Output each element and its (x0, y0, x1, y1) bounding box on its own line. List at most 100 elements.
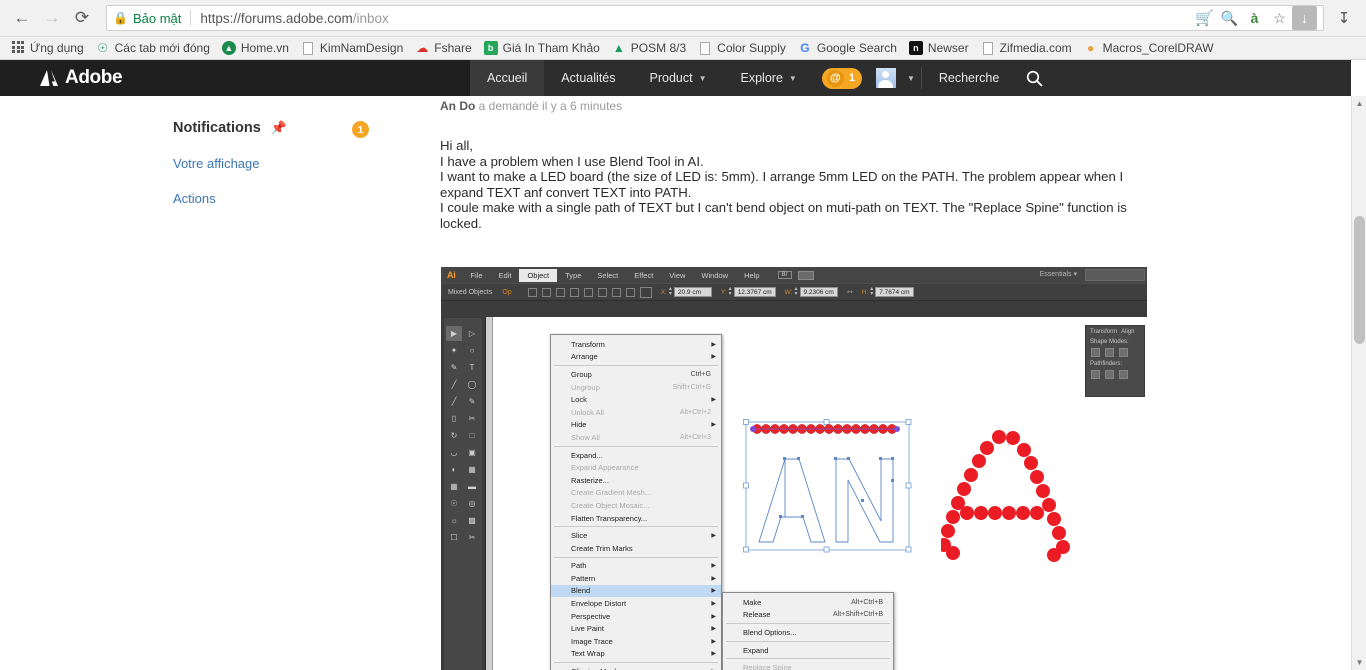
distribute-spacing-icon[interactable] (625, 287, 635, 297)
bookmark-google-search[interactable]: G Google Search (793, 39, 904, 57)
download-extension-icon[interactable]: ↧ (1330, 4, 1358, 32)
ai-menu-help[interactable]: Help (736, 269, 767, 282)
menu-item-transform[interactable]: Transform ▶ (551, 338, 721, 351)
a-accent-icon[interactable]: à (1242, 6, 1267, 30)
opacity-label[interactable]: Op (499, 289, 514, 296)
submenu-item-make[interactable]: Make Alt+Ctrl+B (723, 596, 893, 609)
submenu-item-release[interactable]: Release Alt+Shift+Ctrl+B (723, 609, 893, 622)
paintbrush-tool-icon[interactable]: ╱ (446, 394, 462, 409)
bookmark-posm[interactable]: ▲ POSM 8/3 (607, 39, 693, 57)
intersect-icon[interactable] (1119, 348, 1128, 357)
menu-item-rasterize[interactable]: Rasterize... (551, 474, 721, 487)
align-top-icon[interactable] (555, 287, 565, 297)
menu-item-lock[interactable]: Lock ▶ (551, 393, 721, 406)
ai-search-field[interactable] (1085, 269, 1145, 281)
ai-menu-edit[interactable]: Edit (491, 269, 520, 282)
submenu-item-blend-options[interactable]: Blend Options... (723, 626, 893, 639)
pin-icon[interactable]: 📌 (271, 120, 287, 136)
adobe-logo-area[interactable]: Adobe (0, 60, 470, 96)
sidebar-item-actions[interactable]: Actions (173, 191, 398, 206)
menu-item-flatten-transparency[interactable]: Flatten Transparency... (551, 512, 721, 525)
arrange-documents-icon[interactable] (797, 270, 814, 280)
menu-item-path[interactable]: Path ▶ (551, 560, 721, 573)
height-field[interactable]: H: ▴ ▾ 7.7674 cm (862, 286, 914, 297)
blend-submenu[interactable]: Make Alt+Ctrl+B Release Alt+Shift+Ctrl+B B… (722, 592, 894, 670)
menu-item-pattern[interactable]: Pattern ▶ (551, 572, 721, 585)
rotate-tool-icon[interactable]: ↻ (446, 428, 462, 443)
back-arrow-icon[interactable]: ← (8, 4, 36, 32)
nav-item-actualites[interactable]: Actualités (544, 60, 632, 96)
menu-item-arrange[interactable]: Arrange ▶ (551, 351, 721, 364)
menu-item-perspective[interactable]: Perspective ▶ (551, 610, 721, 623)
cart-icon[interactable]: 🛒 (1192, 6, 1217, 30)
nav-item-accueil[interactable]: Accueil (470, 60, 545, 96)
y-position-field[interactable]: Y: ▴ ▾ 12.3767 cm (721, 286, 776, 297)
h-stepper[interactable]: ▴ ▾ (870, 286, 873, 297)
selection-tool-icon[interactable]: ▶ (446, 326, 462, 341)
width-tool-icon[interactable]: ◡ (446, 445, 462, 460)
address-bar[interactable]: 🔒 Bảo mật https://forums.adobe.com/inbox… (106, 5, 1324, 31)
bookmark-kimnamdesign[interactable]: KimNamDesign (296, 39, 410, 57)
x-value[interactable]: 20.9 cm (673, 287, 712, 297)
blend-tool-icon[interactable]: ◎ (464, 496, 480, 511)
menu-item-blend[interactable]: Blend ▶ (551, 584, 721, 598)
bookmark-apps[interactable]: Ứng dụng (6, 39, 91, 57)
ellipse-tool-icon[interactable]: ◯ (464, 377, 480, 392)
merge-icon[interactable] (1119, 370, 1128, 379)
distribute-h-icon[interactable] (597, 287, 607, 297)
w-stepper[interactable]: ▴ ▾ (794, 286, 797, 297)
distribute-v-icon[interactable] (611, 287, 621, 297)
ai-menu-object[interactable]: Object (519, 268, 558, 282)
line-tool-icon[interactable]: ╱ (446, 377, 462, 392)
transform-reference-point-icon[interactable] (639, 286, 652, 298)
mentions-badge[interactable]: @ 1 (821, 67, 862, 89)
free-transform-tool-icon[interactable]: ▣ (464, 445, 480, 460)
divide-icon[interactable] (1091, 370, 1100, 379)
menu-item-envelope-distort[interactable]: Envelope Distort ▶ (551, 597, 721, 610)
magnifier-icon[interactable] (1016, 60, 1059, 96)
link-dimensions-toggle[interactable]: ⇿ (847, 288, 853, 296)
perspective-grid-tool-icon[interactable]: ▦ (464, 462, 480, 477)
bookmark-newser[interactable]: n Newser (904, 39, 976, 57)
menu-item-text-wrap[interactable]: Text Wrap ▶ (551, 648, 721, 661)
scissors-tool-icon[interactable]: ✂ (464, 411, 480, 426)
panel-tab-align[interactable]: Align (1121, 329, 1134, 335)
menu-item-live-paint[interactable]: Live Paint ▶ (551, 622, 721, 635)
mesh-tool-icon[interactable]: ▦ (446, 479, 462, 494)
menu-item-expand[interactable]: Expand... (551, 449, 721, 462)
adobe-logo[interactable]: Adobe (40, 67, 123, 89)
symbol-sprayer-tool-icon[interactable]: ☼ (446, 513, 462, 528)
menu-item-create-trim-marks[interactable]: Create Trim Marks (551, 542, 721, 555)
direct-selection-tool-icon[interactable]: ▷ (464, 326, 480, 341)
ai-menu-effect[interactable]: Effect (626, 269, 661, 282)
align-center-h-icon[interactable] (541, 287, 551, 297)
artwork-an-selected[interactable] (741, 417, 921, 557)
scroll-up-arrow-icon[interactable]: ▲ (1352, 96, 1366, 111)
x-position-field[interactable]: X: ▴ ▾ 20.9 cm (661, 286, 712, 297)
bookmark-color-supply[interactable]: Color Supply (693, 39, 793, 57)
scrollbar-thumb[interactable] (1354, 216, 1365, 344)
trim-icon[interactable] (1105, 370, 1114, 379)
ai-menu-window[interactable]: Window (693, 269, 736, 282)
bookmark-zifmedia[interactable]: Zifmedia.com (976, 39, 1079, 57)
minus-front-icon[interactable] (1105, 348, 1114, 357)
w-value[interactable]: 9.2306 cm (799, 287, 838, 297)
menu-item-slice[interactable]: Slice ▶ (551, 529, 721, 542)
pen-tool-icon[interactable]: ✎ (446, 360, 462, 375)
bookmark-recent-tabs[interactable]: ☉ Các tab mới đóng (91, 39, 217, 57)
align-left-icon[interactable] (527, 287, 537, 297)
illustrator-canvas[interactable]: Transform ▶ Arrange ▶ Group Ctrl+G Ungroup S… (485, 317, 1147, 670)
nav-item-product[interactable]: Product ▼ (633, 60, 724, 96)
shape-builder-tool-icon[interactable]: ◐ (446, 462, 462, 477)
screen-mode-icon[interactable]: Br (777, 271, 792, 279)
scroll-down-arrow-icon[interactable]: ▼ (1352, 655, 1366, 670)
magic-wand-tool-icon[interactable]: ✦ (446, 343, 462, 358)
menu-item-hide[interactable]: Hide ▶ (551, 419, 721, 432)
align-bottom-icon[interactable] (583, 287, 593, 297)
align-middle-icon[interactable] (569, 287, 579, 297)
artwork-led-letter-a[interactable] (941, 427, 1071, 572)
ai-menu-view[interactable]: View (661, 269, 693, 282)
scale-tool-icon[interactable]: □ (464, 428, 480, 443)
pencil-tool-icon[interactable]: ✎ (464, 394, 480, 409)
gradient-tool-icon[interactable]: ▬ (464, 479, 480, 494)
